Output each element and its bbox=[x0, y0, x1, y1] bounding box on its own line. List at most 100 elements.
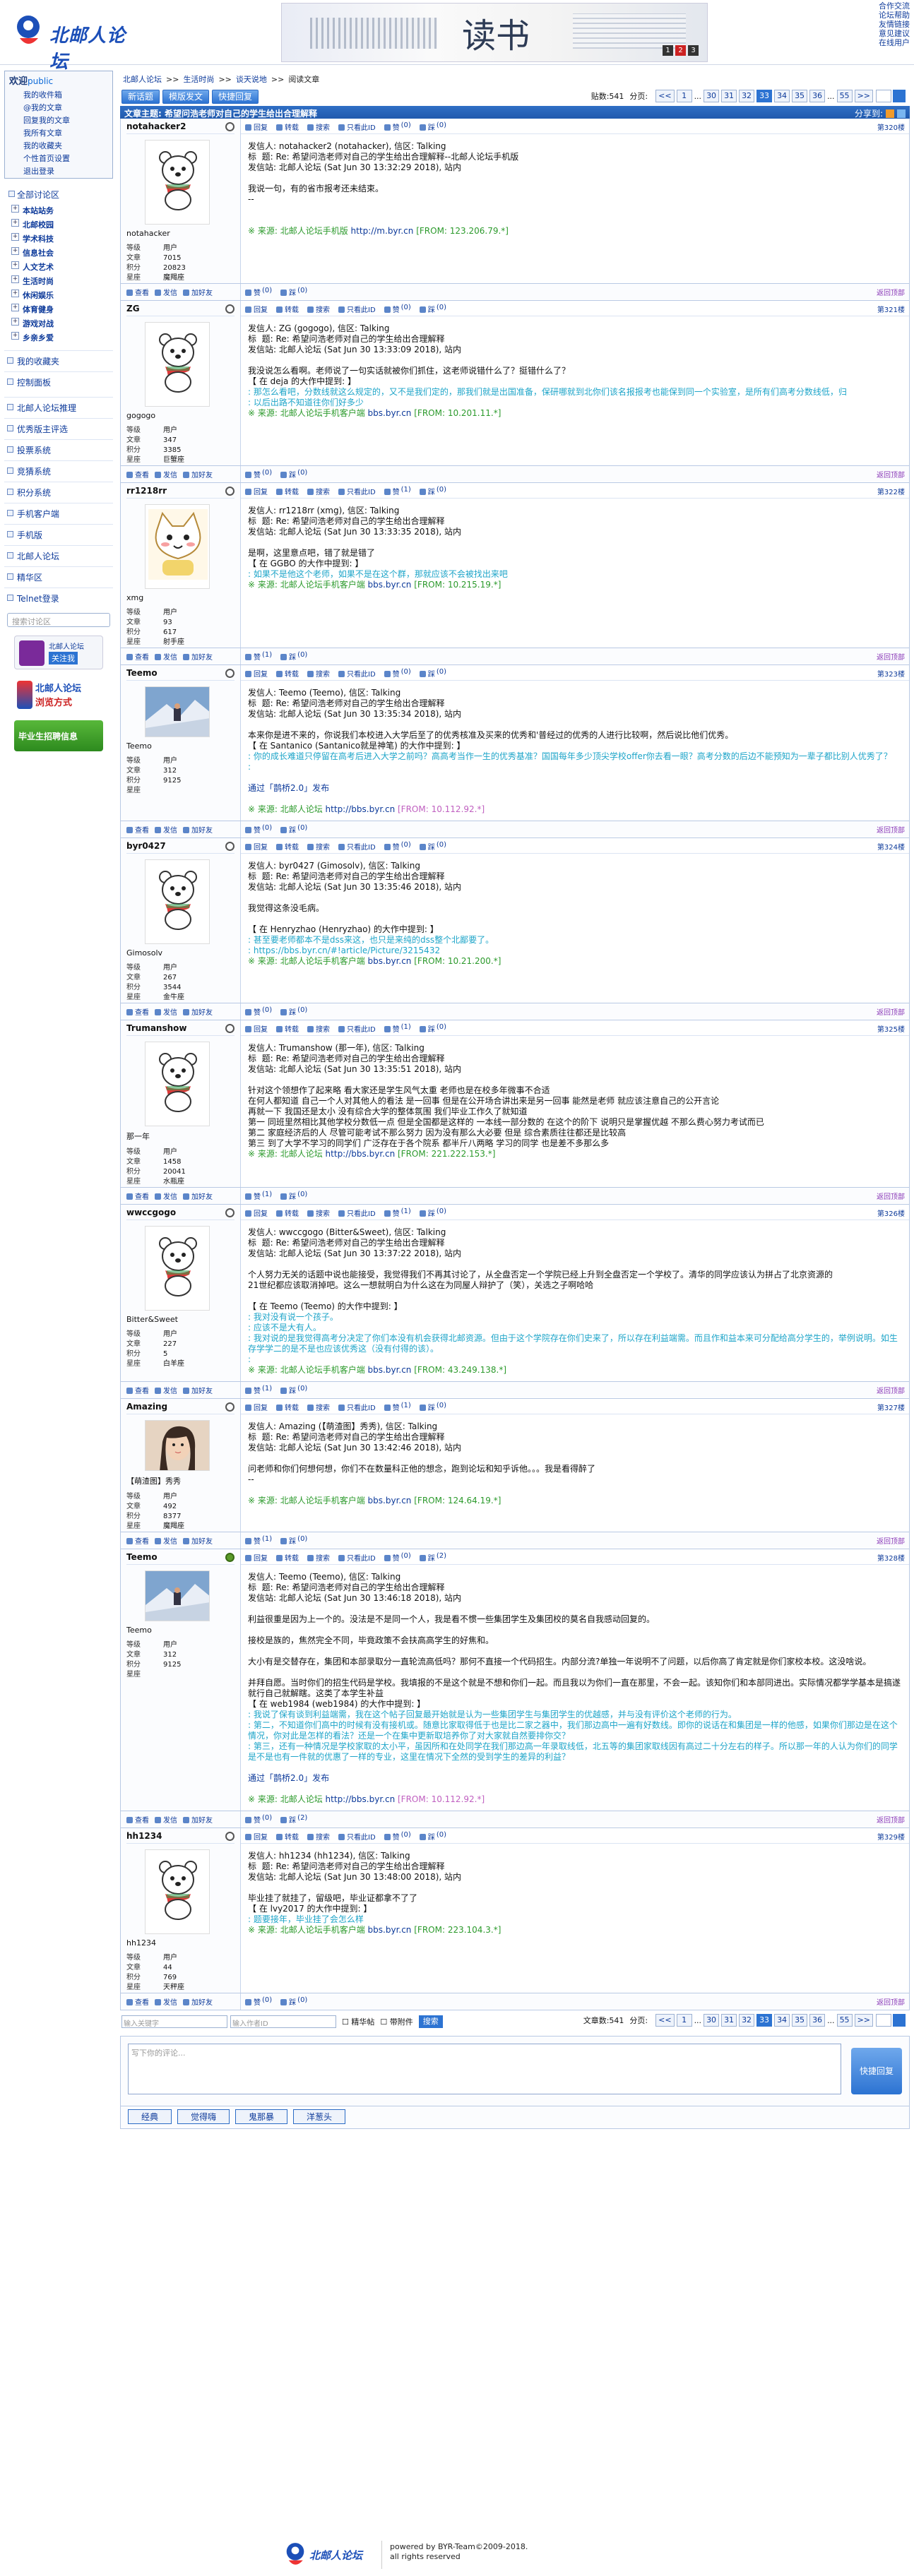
dislike-button[interactable]: 踩 bbox=[420, 841, 435, 852]
back-to-top-link[interactable]: 返回顶部 bbox=[877, 1006, 905, 1017]
view-profile-link[interactable]: 查看 bbox=[126, 1814, 149, 1825]
template-post-button[interactable]: 模版发文 bbox=[162, 90, 210, 104]
add-friend-link[interactable]: 加好友 bbox=[183, 824, 213, 835]
view-profile-link[interactable]: 查看 bbox=[126, 824, 149, 835]
pager-page[interactable]: 55 bbox=[836, 90, 853, 102]
author-id[interactable]: Teemo bbox=[126, 665, 235, 681]
dislike-button[interactable]: 踩 bbox=[280, 1535, 296, 1546]
view-profile-link[interactable]: 查看 bbox=[126, 287, 149, 297]
like-button[interactable]: 赞 bbox=[384, 1023, 400, 1034]
add-friend-link[interactable]: 加好友 bbox=[183, 469, 213, 479]
author-id[interactable]: Teemo bbox=[126, 1549, 235, 1565]
add-friend-link[interactable]: 加好友 bbox=[183, 1814, 213, 1825]
dislike-button[interactable]: 踩 bbox=[280, 469, 296, 479]
pager-page[interactable]: 35 bbox=[792, 2014, 808, 2027]
floor-number[interactable]: 第326楼 bbox=[877, 1208, 905, 1218]
send-message-link[interactable]: 发信 bbox=[155, 1191, 177, 1201]
forward-button[interactable]: 转载 bbox=[276, 1402, 299, 1412]
back-to-top-link[interactable]: 返回顶部 bbox=[877, 824, 905, 835]
dislike-button[interactable]: 踩 bbox=[280, 824, 296, 835]
like-button[interactable]: 赞 bbox=[384, 304, 400, 314]
avatar[interactable] bbox=[145, 1420, 210, 1471]
forum-section[interactable]: 学术科技 bbox=[7, 232, 110, 246]
forum-section[interactable]: 信息社会 bbox=[7, 246, 110, 260]
search-button[interactable]: 搜索 bbox=[307, 1552, 330, 1563]
source-link[interactable]: bbs.byr.cn bbox=[368, 1925, 412, 1935]
only-this-author-button[interactable]: 只看此ID bbox=[338, 1831, 376, 1842]
send-message-link[interactable]: 发信 bbox=[155, 1535, 177, 1546]
sidebar-item[interactable]: 投票系统 bbox=[4, 439, 113, 460]
avatar[interactable] bbox=[145, 686, 210, 737]
sidebar-control-panel[interactable]: 控制面板 bbox=[4, 371, 113, 393]
pager-page[interactable]: >> bbox=[854, 2014, 873, 2027]
page-jump-input[interactable] bbox=[876, 90, 891, 102]
add-friend-link[interactable]: 加好友 bbox=[183, 1006, 213, 1017]
sidebar-item[interactable]: Telnet登录 bbox=[4, 588, 113, 609]
username[interactable]: public bbox=[28, 76, 53, 86]
top-banner-ad[interactable]: 读书 1 2 3 bbox=[281, 3, 708, 62]
view-profile-link[interactable]: 查看 bbox=[126, 1385, 149, 1395]
top-link[interactable]: 友情链接 bbox=[879, 20, 910, 29]
banner-page[interactable]: 3 bbox=[688, 45, 699, 56]
pager-page[interactable]: 31 bbox=[721, 2014, 737, 2027]
floor-number[interactable]: 第328楼 bbox=[877, 1552, 905, 1563]
forward-button[interactable]: 转载 bbox=[276, 841, 299, 852]
pager-page[interactable]: 36 bbox=[809, 2014, 826, 2027]
source-link[interactable]: bbs.byr.cn bbox=[368, 580, 412, 590]
like-button[interactable]: 赞 bbox=[245, 1535, 261, 1546]
add-friend-link[interactable]: 加好友 bbox=[183, 651, 213, 662]
author-id[interactable]: wwccgogo bbox=[126, 1205, 235, 1220]
only-this-author-button[interactable]: 只看此ID bbox=[338, 1402, 376, 1412]
forum-section[interactable]: 本站站务 bbox=[7, 203, 110, 217]
pager-page[interactable]: 30 bbox=[704, 2014, 720, 2027]
send-message-link[interactable]: 发信 bbox=[155, 1385, 177, 1395]
dislike-button[interactable]: 踩 bbox=[420, 1552, 435, 1563]
avatar[interactable] bbox=[145, 1226, 210, 1311]
forward-button[interactable]: 转载 bbox=[276, 1831, 299, 1842]
sidebar-ad-jobs[interactable]: 毕业生招聘信息 bbox=[14, 720, 103, 751]
like-button[interactable]: 赞 bbox=[384, 1208, 400, 1218]
reply-button[interactable]: 回复 bbox=[245, 1023, 268, 1034]
source-link[interactable]: bbs.byr.cn bbox=[368, 956, 412, 966]
forward-button[interactable]: 转载 bbox=[276, 486, 299, 496]
like-button[interactable]: 赞 bbox=[384, 1402, 400, 1412]
sidebar-search-input[interactable]: 搜索讨论区 bbox=[7, 613, 110, 627]
emoticon-tab[interactable]: 经典 bbox=[128, 2109, 172, 2124]
site-logo[interactable]: 北邮人论坛 bbox=[13, 13, 133, 73]
pager-page[interactable]: 32 bbox=[739, 2014, 755, 2027]
reply-button[interactable]: 回复 bbox=[245, 841, 268, 852]
top-link[interactable]: 意见建议 bbox=[879, 29, 910, 38]
pager-page[interactable]: 34 bbox=[774, 90, 790, 102]
like-button[interactable]: 赞 bbox=[384, 841, 400, 852]
send-message-link[interactable]: 发信 bbox=[155, 287, 177, 297]
sidebar-ad-weibo[interactable]: 北邮人论坛 关注我 bbox=[14, 636, 103, 669]
like-button[interactable]: 赞 bbox=[384, 121, 400, 132]
avatar[interactable] bbox=[145, 859, 210, 944]
floor-number[interactable]: 第325楼 bbox=[877, 1023, 905, 1034]
add-friend-link[interactable]: 加好友 bbox=[183, 1996, 213, 2007]
user-menu-item[interactable]: @我的文章 bbox=[5, 102, 112, 114]
top-link[interactable]: 在线用户 bbox=[879, 38, 910, 47]
source-link[interactable]: http://bbs.byr.cn bbox=[326, 804, 396, 814]
search-button[interactable]: 搜索 bbox=[307, 1208, 330, 1218]
reply-textarea[interactable]: 写下你的评论... bbox=[128, 2044, 841, 2094]
dislike-button[interactable]: 踩 bbox=[420, 1208, 435, 1218]
view-profile-link[interactable]: 查看 bbox=[126, 1996, 149, 2007]
search-button[interactable]: 搜索 bbox=[307, 1831, 330, 1842]
search-button[interactable]: 搜索 bbox=[307, 1023, 330, 1034]
page-jump-button[interactable] bbox=[893, 2014, 906, 2027]
author-id[interactable]: Trumanshow bbox=[126, 1020, 235, 1036]
page-jump-input[interactable] bbox=[876, 2014, 891, 2027]
send-message-link[interactable]: 发信 bbox=[155, 1996, 177, 2007]
floor-number[interactable]: 第321楼 bbox=[877, 304, 905, 314]
pager-page[interactable]: 33 bbox=[756, 90, 773, 102]
quick-reply-submit[interactable]: 快捷回复 bbox=[851, 2048, 902, 2094]
like-button[interactable]: 赞 bbox=[384, 1552, 400, 1563]
like-button[interactable]: 赞 bbox=[384, 486, 400, 496]
add-friend-link[interactable]: 加好友 bbox=[183, 1535, 213, 1546]
reply-button[interactable]: 回复 bbox=[245, 668, 268, 679]
send-message-link[interactable]: 发信 bbox=[155, 651, 177, 662]
thread-search-button[interactable]: 搜索 bbox=[418, 2015, 443, 2028]
sidebar-item[interactable]: 手机客户端 bbox=[4, 503, 113, 524]
pager-page[interactable]: 32 bbox=[739, 90, 755, 102]
